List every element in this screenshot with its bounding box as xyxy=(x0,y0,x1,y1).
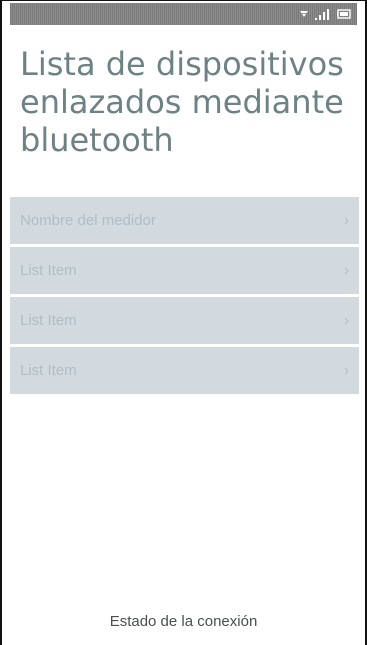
chevron-right-icon: › xyxy=(344,312,349,329)
device-list: Nombre del medidor › List Item › List It… xyxy=(10,197,359,394)
status-bar xyxy=(10,3,357,25)
list-item[interactable]: List Item › xyxy=(10,297,359,347)
list-item[interactable]: Nombre del medidor › xyxy=(10,197,359,247)
list-item[interactable]: List Item › xyxy=(10,247,359,297)
signal-icon xyxy=(315,7,331,21)
battery-icon xyxy=(337,7,351,21)
page-title: Lista de dispositivos enlazados mediante… xyxy=(20,45,344,159)
wifi-icon xyxy=(299,7,309,21)
chevron-right-icon: › xyxy=(344,212,349,229)
chevron-right-icon: › xyxy=(344,362,349,379)
chevron-right-icon: › xyxy=(344,262,349,279)
connection-status-text: Estado de la conexión xyxy=(109,613,258,630)
list-item-label: List Item xyxy=(20,312,77,329)
list-item-label: Nombre del medidor xyxy=(20,212,156,229)
list-item-label: List Item xyxy=(20,362,77,379)
app-screen: Lista de dispositivos enlazados mediante… xyxy=(0,0,367,645)
list-item[interactable]: List Item › xyxy=(10,347,359,394)
list-item-label: List Item xyxy=(20,262,77,279)
